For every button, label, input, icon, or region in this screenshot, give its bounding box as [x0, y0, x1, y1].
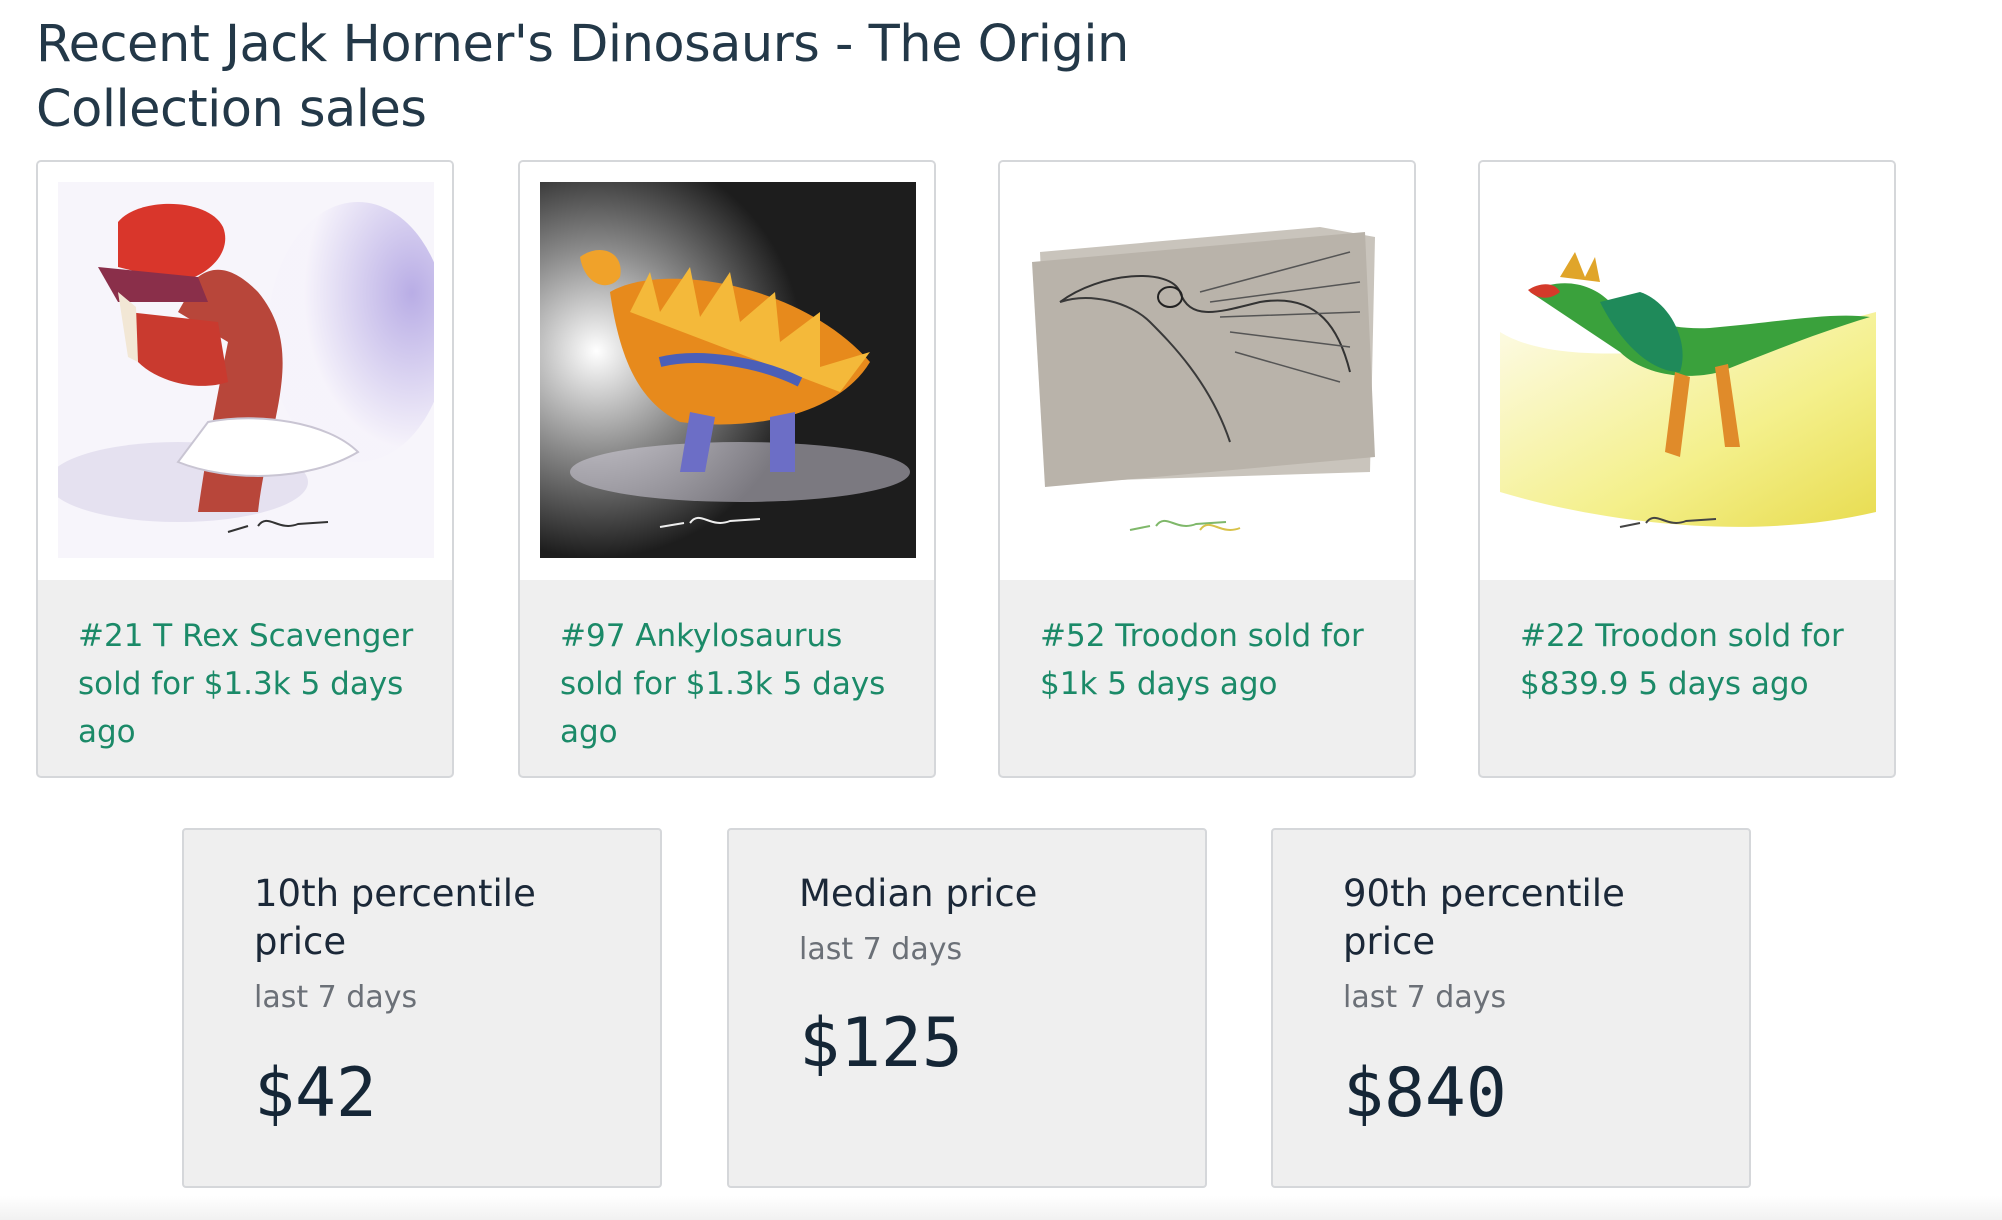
stat-label: 90th percentile price	[1343, 872, 1625, 963]
sale-card[interactable]: #21 T Rex Scavenger sold for $1.3k 5 day…	[36, 160, 454, 778]
sale-link[interactable]: #52 Troodon sold for $1k 5 days ago	[1040, 618, 1364, 702]
sale-caption[interactable]: #21 T Rex Scavenger sold for $1.3k 5 day…	[78, 612, 418, 756]
stat-period: last 7 days	[1343, 980, 1507, 1015]
nft-image-frame[interactable]	[1000, 162, 1414, 580]
stat-value: $42	[254, 1054, 377, 1133]
nft-image-frame[interactable]	[1480, 162, 1894, 580]
stat-value: $840	[1343, 1054, 1507, 1133]
stat-card-90th-percentile: 90th percentile price last 7 days $840	[1271, 828, 1751, 1188]
ankylosaurus-image[interactable]	[540, 182, 916, 558]
t-rex-scavenger-image[interactable]	[58, 182, 434, 558]
sale-caption[interactable]: #97 Ankylosaurus sold for $1.3k 5 days a…	[560, 612, 900, 756]
stat-label: Median price	[799, 872, 1038, 915]
nft-image-frame[interactable]	[38, 162, 452, 580]
stat-period: last 7 days	[254, 980, 418, 1015]
sale-link[interactable]: #97 Ankylosaurus sold for $1.3k 5 days a…	[560, 618, 885, 750]
stat-period: last 7 days	[799, 932, 963, 967]
nft-image-frame[interactable]	[520, 162, 934, 580]
stat-card-10th-percentile: 10th percentile price last 7 days $42	[182, 828, 662, 1188]
sale-card[interactable]: #97 Ankylosaurus sold for $1.3k 5 days a…	[518, 160, 936, 778]
troodon-color-image[interactable]	[1500, 182, 1876, 558]
sale-card[interactable]: #52 Troodon sold for $1k 5 days ago	[998, 160, 1416, 778]
troodon-sketch-image[interactable]	[1020, 182, 1396, 558]
sale-link[interactable]: #22 Troodon sold for $839.9 5 days ago	[1520, 618, 1844, 702]
sale-link[interactable]: #21 T Rex Scavenger sold for $1.3k 5 day…	[78, 618, 413, 750]
stat-card-median: Median price last 7 days $125	[727, 828, 1207, 1188]
stat-label: 10th percentile price	[254, 872, 536, 963]
page-title: Recent Jack Horner's Dinosaurs - The Ori…	[36, 15, 1129, 139]
sale-caption[interactable]: #22 Troodon sold for $839.9 5 days ago	[1520, 612, 1860, 708]
sale-caption[interactable]: #52 Troodon sold for $1k 5 days ago	[1040, 612, 1380, 708]
stat-value: $125	[799, 1004, 963, 1083]
sale-card[interactable]: #22 Troodon sold for $839.9 5 days ago	[1478, 160, 1896, 778]
bottom-fade	[0, 1196, 2002, 1220]
